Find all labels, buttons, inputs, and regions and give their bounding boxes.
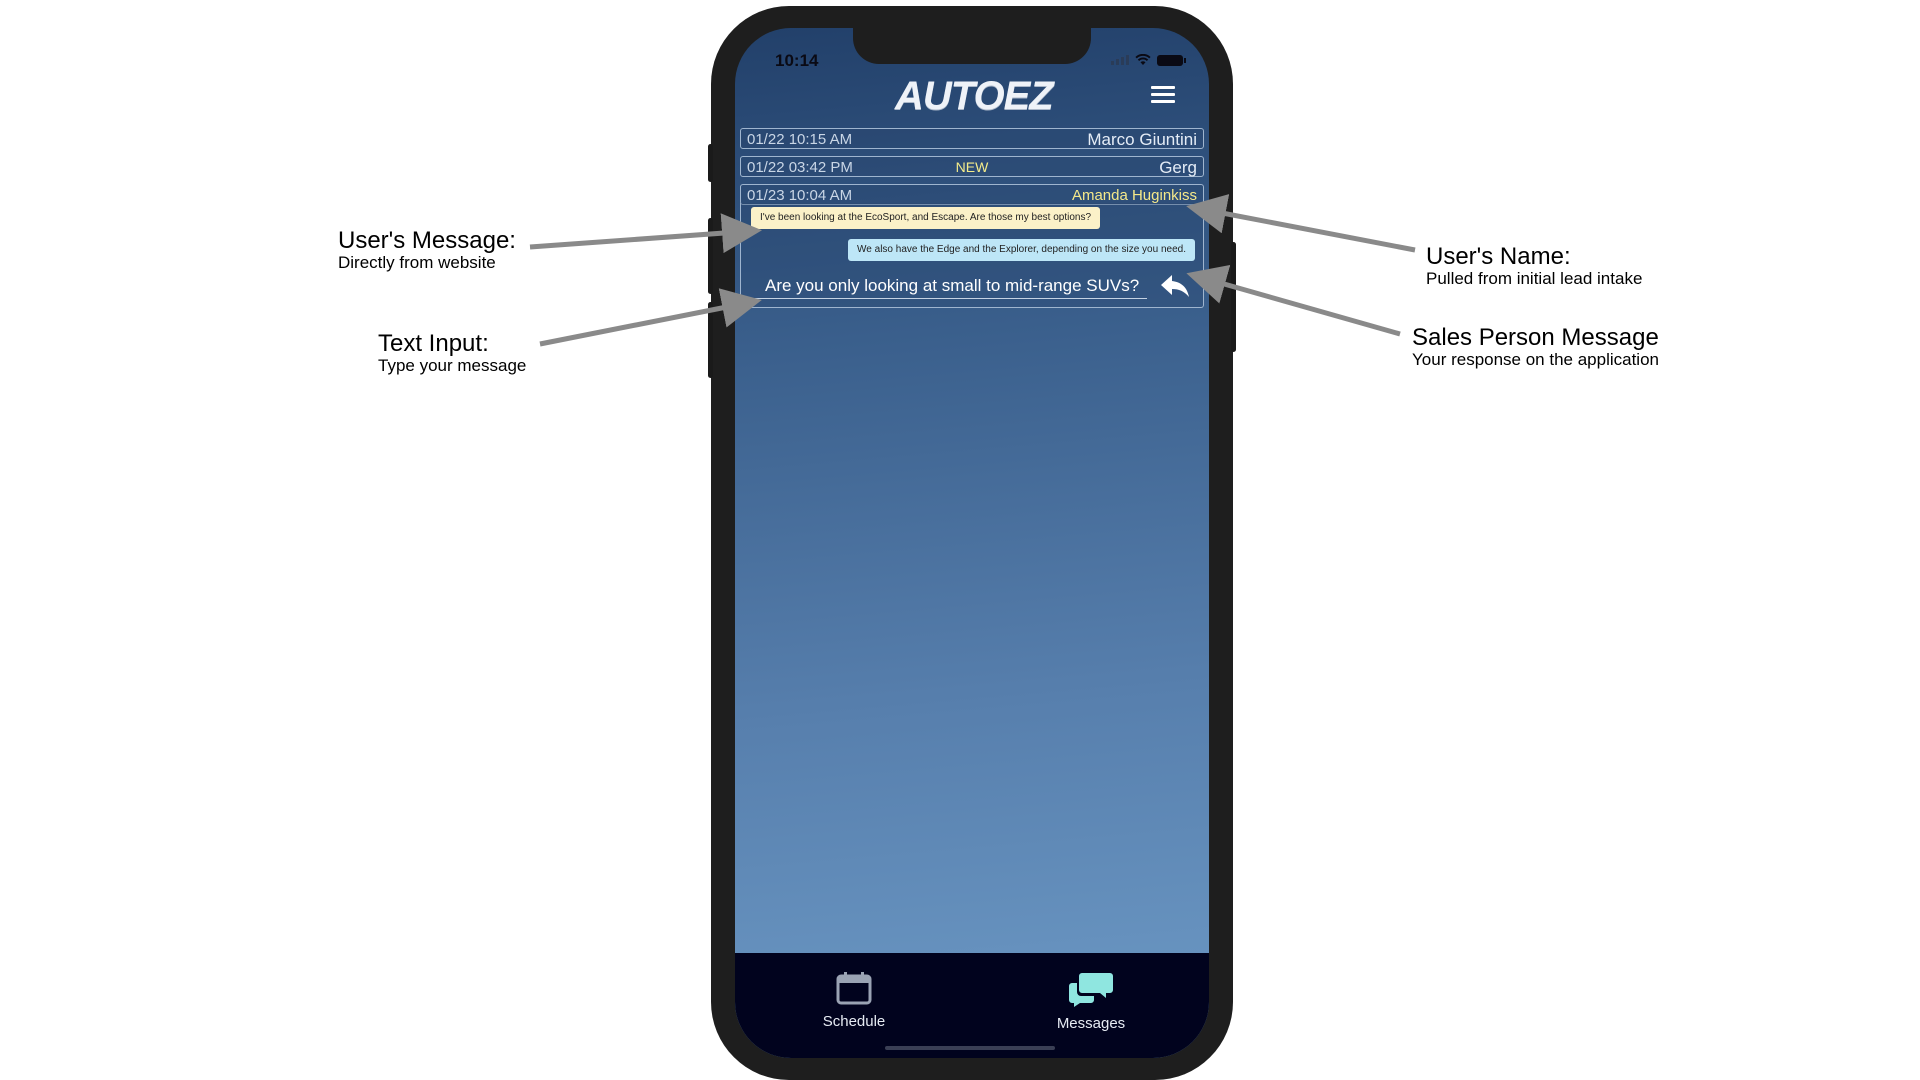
annotation-sales-message: Sales Person Message Your response on th… [1412, 325, 1659, 369]
annotation-arrows [529, 194, 1416, 347]
annotation-title: User's Name: [1426, 243, 1571, 270]
annotation-subtitle: Directly from website [338, 253, 496, 272]
arrow-sales-message [1186, 264, 1401, 337]
annotation-title: User's Message: [338, 227, 516, 254]
annotation-user-message: User's Message: Directly from website [338, 228, 516, 272]
annotation-user-name: User's Name: Pulled from initial lead in… [1426, 244, 1642, 288]
arrow-user-name [1186, 194, 1416, 253]
annotation-text-input: Text Input: Type your message [378, 331, 526, 375]
annotation-title: Sales Person Message [1412, 324, 1659, 351]
arrow-user-message [529, 213, 762, 254]
arrow-text-input [539, 288, 762, 347]
annotation-title: Text Input: [378, 330, 489, 357]
annotation-subtitle: Pulled from initial lead intake [1426, 269, 1643, 288]
annotation-subtitle: Your response on the application [1412, 350, 1659, 369]
annotation-subtitle: Type your message [378, 356, 527, 375]
